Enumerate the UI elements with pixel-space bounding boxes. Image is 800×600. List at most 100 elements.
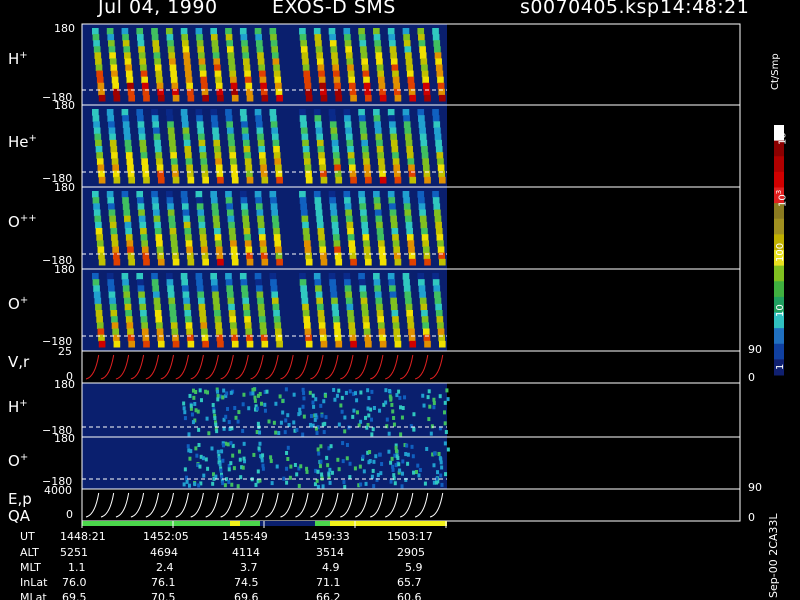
heatmap-cell: [401, 459, 405, 464]
spectrum-cell: [302, 228, 310, 235]
heatmap-cell: [387, 431, 391, 436]
heatmap-cell: [422, 403, 426, 408]
spectrum-cell: [377, 70, 385, 78]
spectrum-cell: [374, 285, 381, 292]
spectrum-cell: [406, 64, 413, 72]
spectrum-cell: [180, 28, 188, 35]
heatmap-cell: [270, 481, 274, 486]
heatmap-cell: [301, 404, 305, 409]
spectrum-cell: [344, 197, 351, 204]
spectrum-cell: [361, 146, 369, 153]
heatmap-cell: [292, 392, 296, 397]
spectrum-cell: [211, 285, 219, 292]
eph-row-label: UT: [20, 530, 35, 543]
spectrum-cell: [300, 291, 308, 299]
spectrum-cell: [376, 139, 383, 147]
spectrum-cell: [136, 28, 144, 35]
spectrum-cell: [198, 52, 205, 59]
heatmap-cell: [316, 469, 320, 474]
heatmap-cell: [277, 431, 281, 436]
spectrum-cell: [360, 52, 368, 59]
spectrum-cell: [271, 297, 279, 305]
eph-cell: 76.0: [62, 576, 87, 589]
heatmap-cell: [432, 405, 436, 410]
spectrum-cell: [422, 164, 430, 172]
spectrum-cell: [270, 279, 277, 286]
eph-row-label: MLat: [20, 591, 47, 600]
spectrum-cell: [274, 158, 282, 165]
spectrum-cell: [198, 58, 206, 65]
spectrum-cell: [198, 297, 205, 305]
spectrum-cell: [108, 40, 115, 47]
heatmap-cell: [440, 482, 444, 487]
heatmap-cell: [182, 401, 186, 406]
heatmap-cell: [207, 431, 211, 436]
spectrum-cell: [97, 328, 105, 336]
spectrum-cell: [374, 121, 381, 128]
spectrum-cell: [201, 82, 208, 90]
heatmap-cell: [260, 458, 264, 463]
spectrum-cell: [345, 291, 352, 299]
heatmap-cell: [370, 417, 374, 422]
spectrum-cell: [227, 133, 235, 141]
spectrum-cell: [124, 133, 131, 141]
spectrum-cell: [210, 109, 217, 116]
spectrum-cell: [261, 176, 269, 184]
spectrum-cell: [110, 310, 118, 317]
spectrum-cell: [270, 40, 278, 47]
spectrum-cell: [122, 203, 130, 210]
spectrum-cell: [254, 109, 262, 116]
spectrum-cell: [300, 40, 307, 47]
heatmap-cell: [223, 483, 227, 488]
spectrum-cell: [406, 228, 413, 235]
spectrum-cell: [97, 82, 105, 90]
heatmap-cell: [432, 463, 436, 468]
spectrum-cell: [210, 273, 217, 280]
spectrum-cell: [344, 203, 352, 210]
spectrum-cell: [335, 258, 343, 266]
spectrum-cell: [112, 164, 119, 172]
spectrum-cell: [347, 228, 354, 235]
spectrum-cell: [125, 152, 133, 159]
spectrum-cell: [314, 197, 322, 204]
heatmap-cell: [389, 397, 393, 402]
heatmap-cell: [378, 452, 382, 457]
spectrum-cell: [422, 322, 430, 329]
heatmap-cell: [237, 449, 241, 454]
heatmap-cell: [295, 427, 299, 432]
spectrum-cell: [210, 191, 217, 198]
spectrum-cell: [127, 82, 134, 90]
spectrum-cell: [424, 340, 431, 348]
heatmap-cell: [394, 448, 398, 453]
spectrum-cell: [373, 28, 380, 35]
spectrum-cell: [378, 328, 386, 336]
spectrum-cell: [255, 121, 263, 128]
spectrum-cell: [270, 34, 277, 41]
spectrum-cell: [214, 316, 222, 323]
spectrum-cell: [432, 115, 440, 122]
heatmap-cell: [398, 395, 402, 400]
heatmap-cell: [365, 425, 369, 430]
spectrum-cell: [138, 127, 145, 135]
heatmap-cell: [367, 413, 371, 418]
spectrum-cell: [108, 285, 115, 292]
spectrum-cell: [329, 285, 337, 292]
spectrum-cell: [394, 258, 402, 266]
spectrum-cell: [156, 328, 164, 336]
heatmap-cell: [287, 423, 291, 428]
spectrum-cell: [361, 228, 369, 235]
spectrum-cell: [377, 240, 385, 247]
spectrum-cell: [242, 133, 250, 141]
heatmap-cell: [242, 441, 246, 446]
spectrum-cell: [92, 109, 99, 116]
spectrum-cell: [186, 328, 193, 336]
spectrum-cell: [271, 127, 279, 135]
spectrum-cell: [153, 133, 161, 141]
spectrum-cell: [333, 322, 341, 329]
spectrum-cell: [239, 191, 247, 198]
heatmap-cell: [297, 412, 301, 417]
spectrum-cell: [403, 34, 410, 41]
spectrum-cell: [96, 70, 103, 78]
spectrum-cell: [170, 70, 177, 78]
spectrum-cell: [261, 340, 269, 348]
